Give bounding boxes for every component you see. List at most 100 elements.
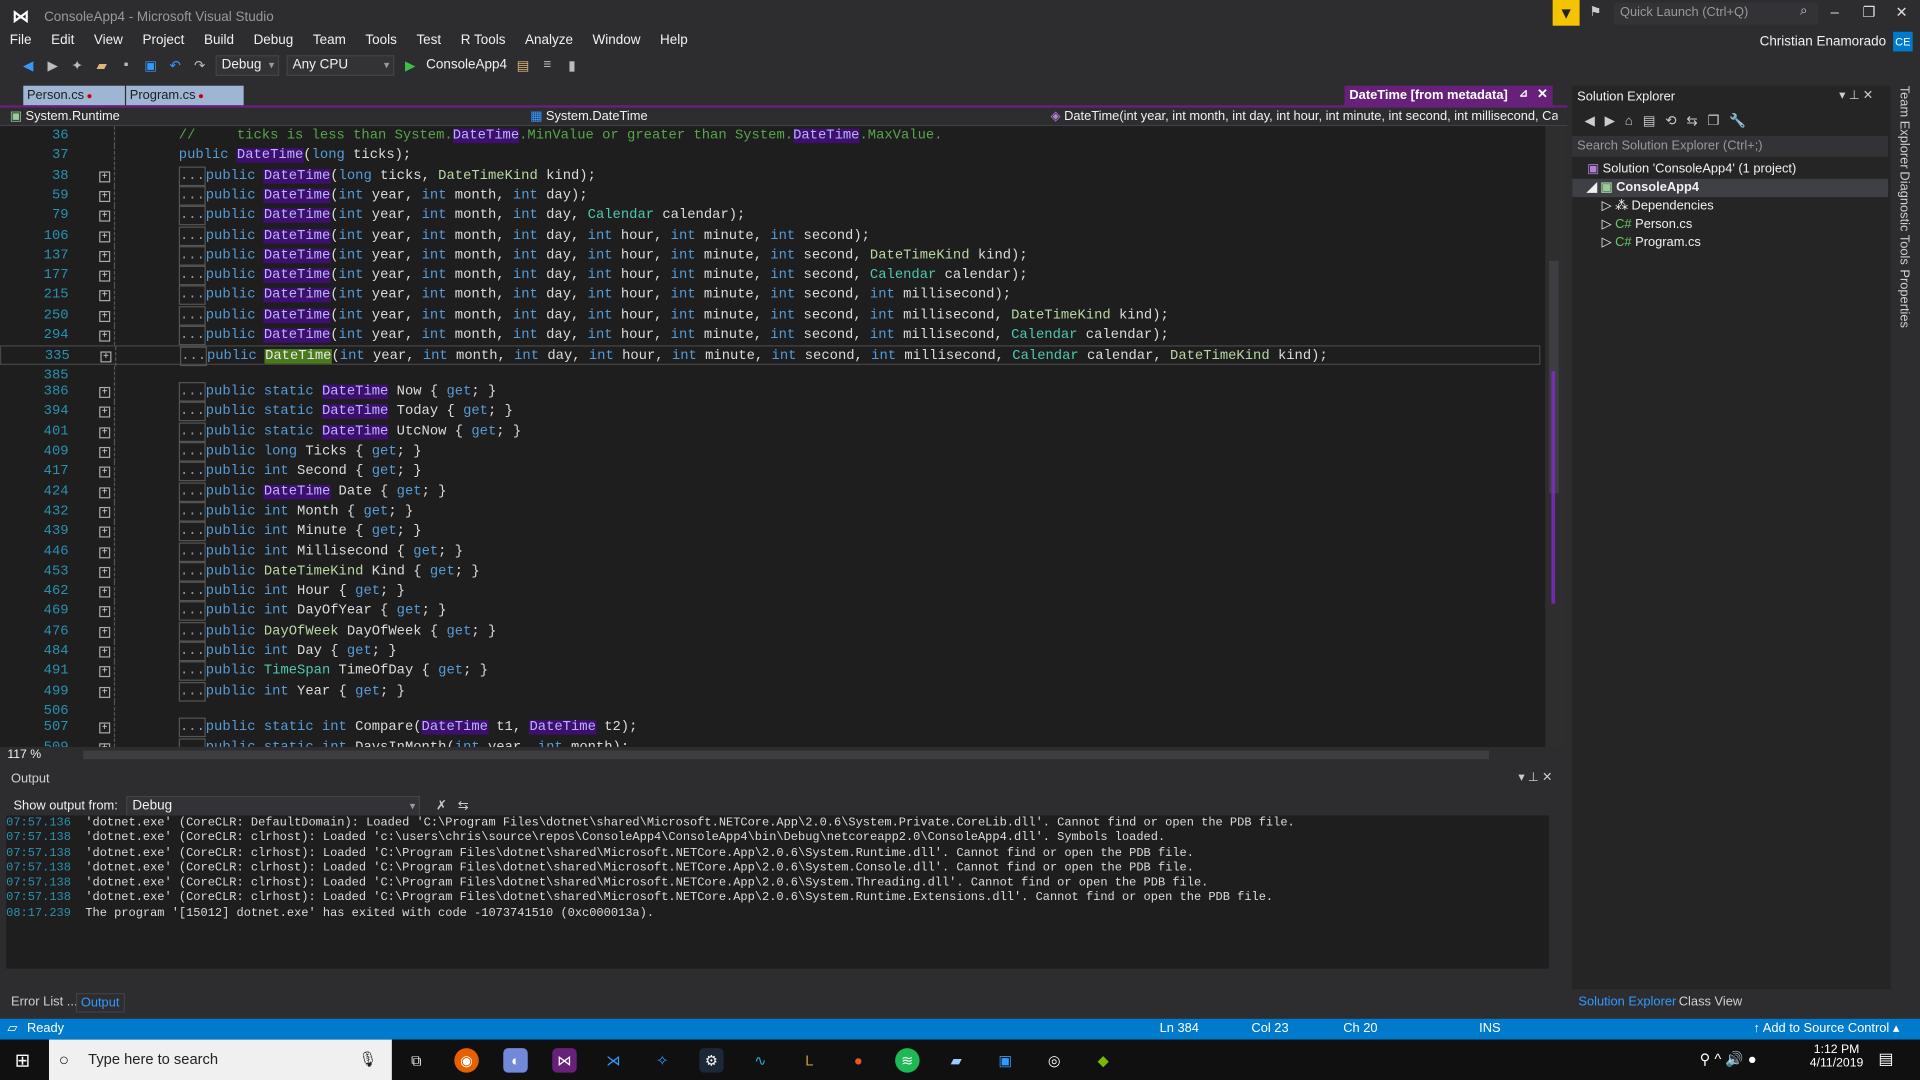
expand-icon[interactable]: + xyxy=(99,210,111,222)
code-line[interactable]: 250 + ...public DateTime(int year, int mon… xyxy=(0,305,1540,326)
close-tab-icon[interactable]: ✕ xyxy=(1537,87,1548,102)
discord-icon[interactable]: ◐ xyxy=(503,1048,528,1073)
code-line[interactable]: 499 + ...public int Year { get; } xyxy=(0,681,1540,702)
code-line[interactable]: 491 + ...public TimeSpan TimeOfDay { get; … xyxy=(0,661,1540,682)
member-dropdown[interactable]: ◈ DateTime(int year, int month, int day,… xyxy=(1051,109,1558,125)
collapsed-region-box[interactable]: ... xyxy=(178,561,206,582)
code-editor[interactable]: 36// ticks is less than System.DateTime.… xyxy=(0,126,1546,747)
platform-dropdown[interactable]: Any CPU xyxy=(286,54,395,76)
code-line[interactable]: 177 + ...public DateTime(int year, int mon… xyxy=(0,265,1540,286)
bookmark-icon[interactable]: ▮ xyxy=(563,56,580,73)
tab-error-list[interactable]: Error List ... xyxy=(7,993,81,1010)
code-line[interactable]: 439 + ...public int Minute { get; } xyxy=(0,521,1540,542)
firefox-icon[interactable]: ◉ xyxy=(454,1048,479,1073)
code-line[interactable]: 507 + ...public static int Compare(DateTim… xyxy=(0,718,1540,738)
menu-analyze[interactable]: Analyze xyxy=(515,32,583,49)
code-line[interactable]: 137 + ...public DateTime(int year, int mon… xyxy=(0,245,1540,266)
expand-icon[interactable]: + xyxy=(99,170,111,182)
menu-edit[interactable]: Edit xyxy=(41,32,84,49)
expand-icon[interactable]: + xyxy=(99,446,111,458)
code-line[interactable]: 432 + ...public int Month { get; } xyxy=(0,501,1540,522)
microphone-icon[interactable]: 🎙 xyxy=(358,1040,377,1080)
tree-project[interactable]: ◢ ▣ ConsoleApp4 xyxy=(1572,178,1889,198)
collapsed-region-box[interactable]: ... xyxy=(178,521,206,542)
menu-r-tools[interactable]: R Tools xyxy=(451,32,515,49)
taskbar-search-input[interactable]: ○ Type here to search 🎙 xyxy=(48,1039,392,1080)
collapsed-region-box[interactable]: ... xyxy=(178,681,206,702)
redo-icon[interactable]: ↷ xyxy=(191,56,208,73)
collapsed-region-box[interactable]: ... xyxy=(178,245,206,266)
code-line[interactable]: 215 + ...public DateTime(int year, int mon… xyxy=(0,285,1540,306)
app-icon[interactable]: ▣ xyxy=(993,1048,1017,1072)
new-project-icon[interactable]: ✦ xyxy=(69,56,86,73)
close-button[interactable]: ✕ xyxy=(1896,4,1908,21)
collapsed-region-box[interactable]: ... xyxy=(178,481,206,502)
save-all-icon[interactable]: ▣ xyxy=(142,56,159,73)
expand-icon[interactable]: + xyxy=(99,290,111,302)
code-line[interactable]: 453 + ...public DateTimeKind Kind { get; } xyxy=(0,561,1540,582)
undo-icon[interactable]: ↶ xyxy=(167,56,184,73)
menu-help[interactable]: Help xyxy=(650,32,697,49)
tree-solution[interactable]: ▣ Solution 'ConsoleApp4' (1 project) xyxy=(1572,160,1888,178)
origin-icon[interactable]: ● xyxy=(846,1048,870,1072)
collapsed-region-box[interactable]: ... xyxy=(178,737,206,747)
steam-icon[interactable]: ⚙ xyxy=(699,1048,724,1073)
open-file-icon[interactable]: ▰ xyxy=(93,56,110,73)
minimize-button[interactable]: – xyxy=(1831,4,1839,21)
collapsed-region-box[interactable]: ... xyxy=(178,601,206,622)
collapsed-region-box[interactable]: ... xyxy=(178,501,206,522)
avatar[interactable]: CE xyxy=(1893,31,1913,52)
expand-icon[interactable]: + xyxy=(99,506,111,518)
task-view-icon[interactable]: ⧉ xyxy=(404,1048,428,1072)
code-line[interactable]: 59 + ...public DateTime(int year, int mont… xyxy=(0,185,1540,206)
collapsed-region-box[interactable]: ... xyxy=(178,422,206,442)
menu-test[interactable]: Test xyxy=(407,32,451,49)
expand-icon[interactable]: + xyxy=(99,426,111,438)
collapsed-region-box[interactable]: ... xyxy=(178,265,206,286)
system-tray-icons[interactable]: ⚲ ^ 🔊 ● xyxy=(1700,1051,1757,1068)
comment-icon[interactable]: ≡ xyxy=(539,56,556,73)
output-source-dropdown[interactable]: Debug xyxy=(126,795,421,817)
code-line[interactable]: 409 + ...public long Ticks { get; } xyxy=(0,442,1540,462)
notifications-icon[interactable]: ⚑ xyxy=(1589,4,1601,20)
collapsed-region-box[interactable]: ... xyxy=(178,166,206,186)
feedback-filter-icon[interactable]: ▼ xyxy=(1552,0,1580,26)
tab-person-cs[interactable]: Person.cs ● xyxy=(23,85,125,106)
expand-icon[interactable]: + xyxy=(99,387,111,399)
tab-datetime-metadata[interactable]: DateTime [from metadata] ✕ ⊿ xyxy=(1344,85,1553,107)
league-icon[interactable]: L xyxy=(797,1048,821,1072)
code-line[interactable]: 469 + ...public int DayOfYear { get; } xyxy=(0,601,1540,622)
collapsed-region-box[interactable]: ... xyxy=(178,461,206,482)
save-icon[interactable]: ▪ xyxy=(118,56,135,73)
code-line[interactable]: 37 public DateTime(long ticks); xyxy=(0,146,1540,166)
expand-icon[interactable]: + xyxy=(99,526,111,538)
code-line[interactable]: 446 + ...public int Millisecond { get; } xyxy=(0,541,1540,562)
expand-icon[interactable]: + xyxy=(99,666,111,678)
collapsed-region-box[interactable]: ... xyxy=(178,661,206,682)
find-in-files-icon[interactable]: ▤ xyxy=(514,56,531,73)
clock[interactable]: 1:12 PM 4/11/2019 xyxy=(1810,1043,1864,1070)
code-line[interactable]: 401 + ...public static DateTime UtcNow { g… xyxy=(0,422,1540,442)
menu-view[interactable]: View xyxy=(84,32,133,49)
windows-start-icon[interactable]: ⊞ xyxy=(15,1049,30,1072)
menu-build[interactable]: Build xyxy=(194,32,244,49)
restore-button[interactable]: ❐ xyxy=(1862,4,1875,21)
app-icon[interactable]: ✧ xyxy=(650,1048,674,1072)
expand-icon[interactable]: + xyxy=(99,230,111,242)
code-line[interactable]: 509+...public static int DaysInMonth(int… xyxy=(0,737,1540,747)
panel-controls-icon[interactable]: ▾ ⊥ ✕ xyxy=(1518,771,1552,784)
collapsed-region-box[interactable]: ... xyxy=(178,621,206,642)
collapsed-region-box[interactable]: ... xyxy=(178,442,206,462)
type-dropdown[interactable]: ▦ System.DateTime xyxy=(530,109,1044,125)
code-line[interactable]: 394 + ...public static DateTime Today { ge… xyxy=(0,402,1540,422)
zoom-level[interactable]: 117 % xyxy=(7,748,41,761)
collapsed-region-box[interactable]: ... xyxy=(178,325,206,346)
app-icon[interactable]: ◎ xyxy=(1042,1048,1066,1072)
tab-team-explorer[interactable]: Team Explorer xyxy=(1897,86,1912,169)
code-line[interactable]: 417 + ...public int Second { get; } xyxy=(0,461,1540,482)
code-line[interactable]: 462 + ...public int Hour { get; } xyxy=(0,581,1540,602)
code-line[interactable]: 106 + ...public DateTime(int year, int mon… xyxy=(0,225,1540,246)
collapsed-region-box[interactable]: ... xyxy=(178,305,206,326)
expand-icon[interactable]: + xyxy=(99,626,111,638)
code-line[interactable]: 294 + ...public DateTime(int year, int mon… xyxy=(0,325,1540,346)
